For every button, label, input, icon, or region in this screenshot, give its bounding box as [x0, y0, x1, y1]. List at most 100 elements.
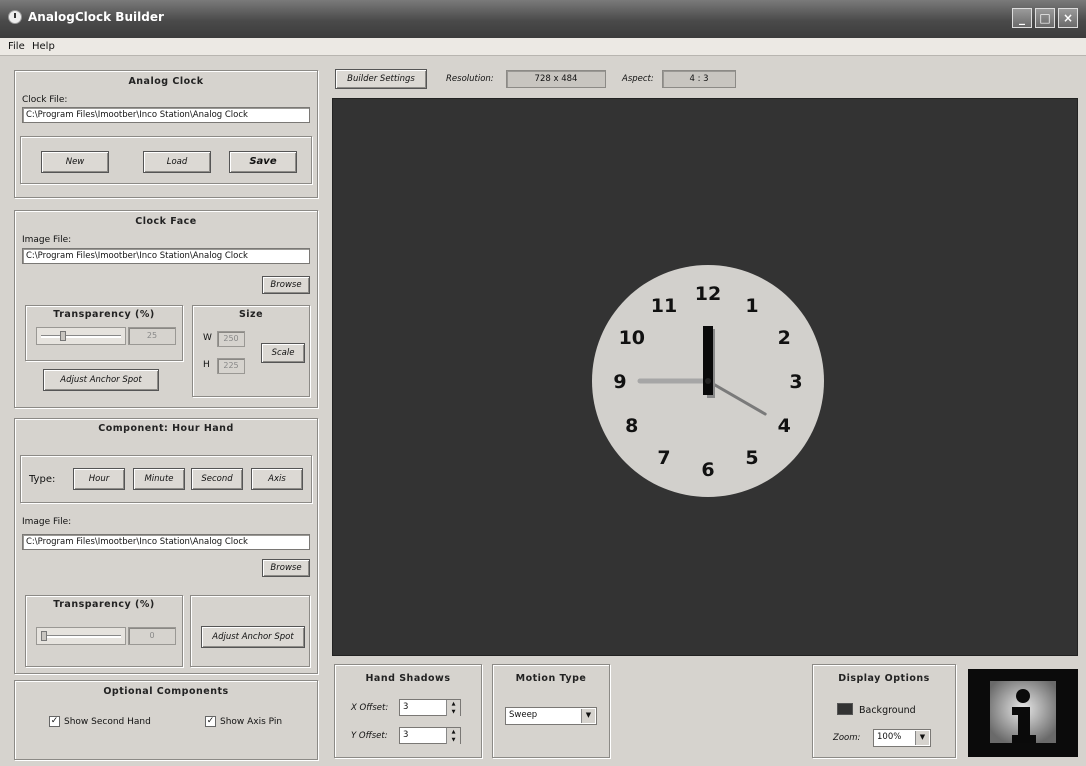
- show-axis-pin-checkbox[interactable]: ✓: [205, 716, 216, 727]
- slider-thumb[interactable]: [41, 631, 47, 641]
- builder-settings-button[interactable]: Builder Settings: [335, 69, 427, 89]
- app-icon: [8, 10, 22, 24]
- size-w-field[interactable]: 250: [217, 331, 245, 347]
- spin-down-icon[interactable]: ▼: [446, 736, 460, 744]
- size-group: Size W 250 H 225 Scale: [192, 305, 310, 397]
- resolution-label: Resolution:: [446, 74, 494, 84]
- clock-number-2: 2: [778, 327, 791, 349]
- face-transparency-group: Transparency (%) 25: [25, 305, 183, 361]
- motion-type-select[interactable]: Sweep ▼: [505, 707, 597, 725]
- type-axis-button[interactable]: Axis: [251, 468, 303, 490]
- clock-number-5: 5: [745, 447, 758, 469]
- component-type-group: Type: Hour Minute Second Axis: [20, 455, 312, 503]
- spin-up-icon[interactable]: ▲: [446, 728, 460, 736]
- clock-number-9: 9: [613, 371, 626, 393]
- w-label: W: [203, 333, 212, 343]
- component-panel: Component: Hour Hand Type: Hour Minute S…: [14, 418, 318, 674]
- show-axis-pin-label[interactable]: Show Axis Pin: [220, 717, 282, 727]
- hand-shadows-title: Hand Shadows: [365, 673, 451, 684]
- zoom-label: Zoom:: [833, 733, 861, 743]
- axis-pin: [705, 378, 711, 384]
- clock-file-buttons-group: New Load Save: [20, 136, 312, 184]
- clock-number-6: 6: [701, 459, 714, 481]
- x-offset-value: 3: [403, 702, 409, 712]
- component-adjust-anchor-button[interactable]: Adjust Anchor Spot: [201, 626, 305, 648]
- optional-components-panel: Optional Components ✓ Show Second Hand ✓…: [14, 680, 318, 760]
- minimize-button[interactable]: _: [1012, 8, 1032, 28]
- zoom-select[interactable]: 100% ▼: [873, 729, 931, 747]
- aspect-value: 4 : 3: [662, 70, 736, 88]
- y-offset-value: 3: [403, 730, 409, 740]
- spin-up-icon[interactable]: ▲: [446, 700, 460, 708]
- clock-number-1: 1: [745, 295, 758, 317]
- type-second-button[interactable]: Second: [191, 468, 243, 490]
- face-transparency-value[interactable]: 25: [128, 327, 176, 345]
- show-second-hand-label[interactable]: Show Second Hand: [64, 717, 151, 727]
- analog-clock-title: Analog Clock: [128, 76, 204, 87]
- face-adjust-anchor-button[interactable]: Adjust Anchor Spot: [43, 369, 159, 391]
- clock-file-label: Clock File:: [22, 95, 68, 105]
- slider-thumb[interactable]: [59, 331, 66, 341]
- size-h-field[interactable]: 225: [217, 358, 245, 374]
- type-hour-button[interactable]: Hour: [73, 468, 125, 490]
- clock-face: 12 12 3 45 6 78 9 10 11: [592, 265, 824, 497]
- info-logo-graphic: [990, 681, 1056, 743]
- chevron-down-icon[interactable]: ▼: [915, 731, 929, 745]
- component-image-file-field[interactable]: C:\Program Files\Imootber\Inco Station\A…: [22, 534, 310, 550]
- zoom-value: 100%: [877, 732, 902, 742]
- h-label: H: [203, 360, 210, 370]
- preview-canvas[interactable]: 12 1 2 3 4 5 6 7 8 9 10 11: [332, 98, 1078, 656]
- display-options-panel: Display Options Background Zoom: 100% ▼: [812, 664, 956, 758]
- clock-number-3: 3: [789, 371, 802, 393]
- x-offset-spinner[interactable]: 3 ▲ ▼: [399, 699, 461, 716]
- clock-number-4: 4: [778, 415, 791, 437]
- analog-clock-panel: Analog Clock Clock File: C:\Program File…: [14, 70, 318, 198]
- type-label: Type:: [29, 474, 56, 485]
- menu-bar: File Help: [0, 38, 1086, 56]
- clock-file-field[interactable]: C:\Program Files\Imootber\Inco Station\A…: [22, 107, 310, 123]
- y-offset-spinner[interactable]: 3 ▲ ▼: [399, 727, 461, 744]
- close-button[interactable]: ×: [1058, 8, 1078, 28]
- spin-down-icon[interactable]: ▼: [446, 708, 460, 716]
- face-transparency-slider[interactable]: [36, 327, 126, 345]
- chevron-down-icon[interactable]: ▼: [581, 709, 595, 723]
- aspect-label: Aspect:: [622, 74, 654, 84]
- scale-button[interactable]: Scale: [261, 343, 305, 363]
- menu-file[interactable]: File: [8, 41, 25, 52]
- load-button[interactable]: Load: [143, 151, 211, 173]
- clock-number-11: 11: [651, 295, 677, 317]
- window-title: AnalogClock Builder: [28, 10, 164, 24]
- show-second-hand-checkbox[interactable]: ✓: [49, 716, 60, 727]
- maximize-button[interactable]: □: [1035, 8, 1055, 28]
- y-offset-label: Y Offset:: [351, 731, 388, 741]
- background-color-swatch[interactable]: [837, 703, 853, 715]
- menu-help[interactable]: Help: [32, 41, 55, 52]
- face-browse-button[interactable]: Browse: [262, 276, 310, 294]
- new-button[interactable]: New: [41, 151, 109, 173]
- clock-face-panel: Clock Face Image File: C:\Program Files\…: [14, 210, 318, 408]
- type-minute-button[interactable]: Minute: [133, 468, 185, 490]
- component-transparency-group: Transparency (%) 0: [25, 595, 183, 667]
- motion-type-value: Sweep: [509, 710, 538, 720]
- clock-number-8: 8: [625, 415, 638, 437]
- clock-number-7: 7: [657, 447, 670, 469]
- save-button[interactable]: Save: [229, 151, 297, 173]
- face-transparency-title: Transparency (%): [53, 309, 155, 320]
- component-image-file-label: Image File:: [22, 517, 72, 527]
- clock-number-10: 10: [619, 327, 645, 349]
- motion-type-title: Motion Type: [515, 673, 587, 684]
- component-browse-button[interactable]: Browse: [262, 559, 310, 577]
- component-transparency-value[interactable]: 0: [128, 627, 176, 645]
- clock-number-12: 12: [695, 283, 721, 305]
- hand-shadows-panel: Hand Shadows X Offset: 3 ▲ ▼ Y Offset: 3…: [334, 664, 482, 758]
- display-options-title: Display Options: [838, 673, 930, 684]
- image-file-label: Image File:: [22, 235, 72, 245]
- size-title: Size: [238, 309, 264, 320]
- motion-type-panel: Motion Type Sweep ▼: [492, 664, 610, 758]
- background-label[interactable]: Background: [859, 705, 916, 716]
- resolution-value: 728 x 484: [506, 70, 606, 88]
- info-icon: [968, 669, 1078, 757]
- component-transparency-title: Transparency (%): [53, 599, 155, 610]
- face-image-file-field[interactable]: C:\Program Files\Imootber\Inco Station\A…: [22, 248, 310, 264]
- component-transparency-slider[interactable]: [36, 627, 126, 645]
